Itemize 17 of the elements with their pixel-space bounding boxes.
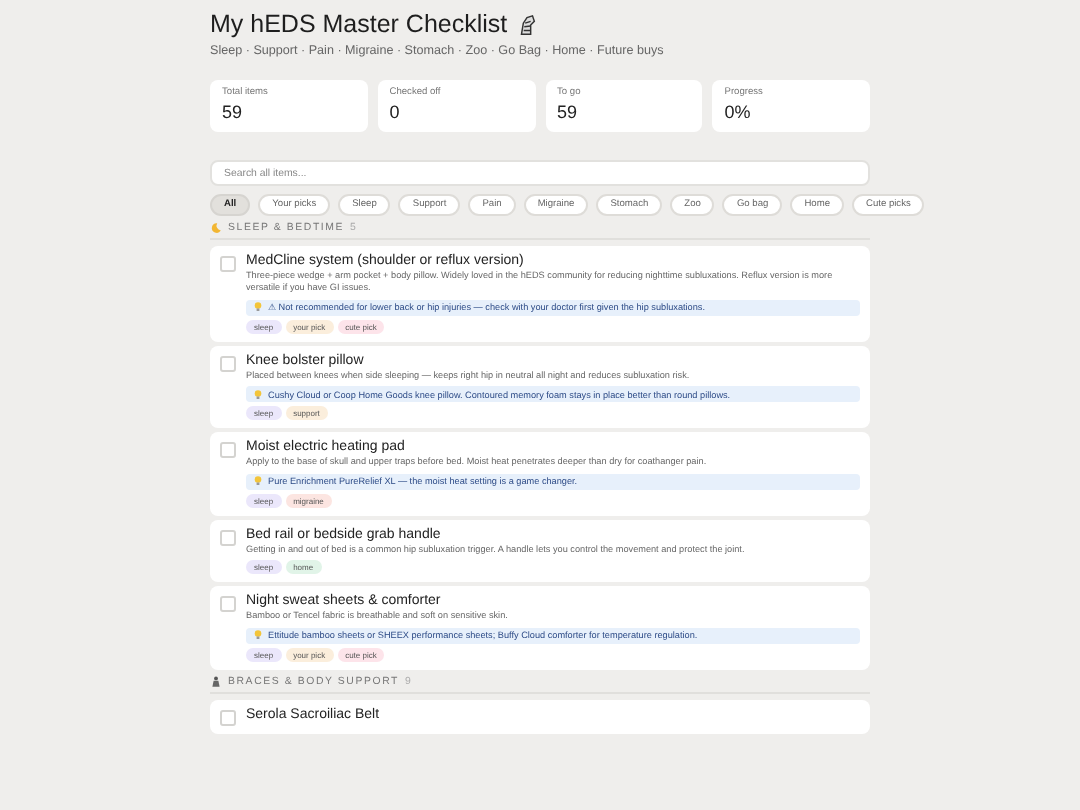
moon-icon [210, 222, 222, 234]
lightbulb-icon [254, 630, 262, 641]
checkbox[interactable] [220, 256, 236, 272]
stat-value: 0 [389, 102, 402, 122]
stat-value: 59 [557, 102, 580, 122]
checkbox[interactable] [220, 442, 236, 459]
stat-value: 0% [724, 102, 753, 122]
lightbulb-icon [254, 476, 262, 487]
checkbox[interactable] [220, 596, 236, 613]
checkbox[interactable] [220, 355, 236, 372]
figure-icon [210, 675, 222, 688]
lightbulb-icon [254, 389, 262, 400]
checkbox[interactable] [220, 529, 236, 546]
lightbulb-icon [254, 302, 262, 313]
stat-value: 59 [222, 102, 245, 122]
checkbox[interactable] [220, 709, 236, 726]
page-title: My hEDS Master Checklist [210, 10, 508, 38]
